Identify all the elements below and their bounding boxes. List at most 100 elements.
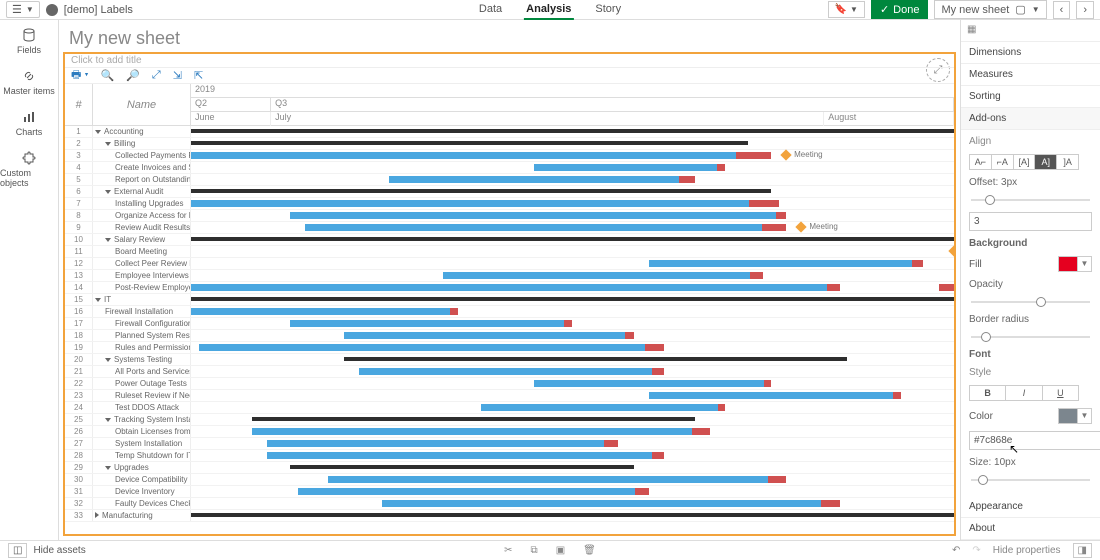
font-size-slider[interactable] (971, 479, 1090, 481)
gantt-row[interactable]: 11Board MeetingMeeting (65, 246, 954, 258)
section-appearance[interactable]: Appearance (961, 496, 1100, 518)
row-name[interactable]: Accounting (93, 126, 191, 137)
task-bar[interactable] (382, 500, 840, 507)
task-bar[interactable] (534, 164, 725, 171)
summary-bar[interactable] (191, 297, 954, 301)
gantt-row[interactable]: 24Test DDOS Attack (65, 402, 954, 414)
row-name[interactable]: Device Inventory (93, 486, 191, 497)
redo-button[interactable]: ↷ (972, 545, 980, 556)
row-name[interactable]: Collected Payments Review (93, 150, 191, 161)
row-name[interactable]: Upgrades (93, 462, 191, 473)
collapse-all-button[interactable]: ⇱ (194, 69, 203, 82)
done-button[interactable]: ✓ Done (871, 0, 929, 19)
gantt-row[interactable]: 14Post-Review Employee Interviews (65, 282, 954, 294)
row-name[interactable]: All Ports and Services Test (93, 366, 191, 377)
delete-button[interactable]: 🗑 (583, 545, 596, 556)
summary-bar[interactable] (252, 417, 695, 421)
row-name[interactable]: Ruleset Review if Needed (93, 390, 191, 401)
row-name[interactable]: Board Meeting (93, 246, 191, 257)
print-button[interactable]: 🖶 ▾ (71, 66, 89, 85)
row-name[interactable]: Billing (93, 138, 191, 149)
gantt-row[interactable]: 12Collect Peer Review Data (65, 258, 954, 270)
undo-button[interactable]: ↶ (952, 545, 960, 556)
row-name[interactable]: External Audit (93, 186, 191, 197)
cut-button[interactable]: ✂ (504, 545, 512, 556)
milestone-marker[interactable] (948, 245, 954, 256)
gantt-row[interactable]: 15IT (65, 294, 954, 306)
task-bar[interactable] (344, 332, 634, 339)
gantt-row[interactable]: 9Review Audit ResultsMeeting (65, 222, 954, 234)
gantt-row[interactable]: 28Temp Shutdown for IT Audit (65, 450, 954, 462)
underline-option[interactable]: U (1043, 386, 1078, 400)
summary-bar[interactable] (344, 357, 848, 361)
gantt-row[interactable]: 20Systems Testing (65, 354, 954, 366)
sidebar-item-master[interactable]: Master items (3, 69, 55, 96)
italic-option[interactable]: I (1006, 386, 1042, 400)
task-bar[interactable] (290, 320, 572, 327)
align-center-option[interactable]: [A] (1014, 155, 1036, 169)
summary-bar[interactable] (290, 465, 633, 469)
task-bar[interactable] (939, 284, 954, 291)
gantt-row[interactable]: 23Ruleset Review if Needed (65, 390, 954, 402)
bold-option[interactable]: B (970, 386, 1006, 400)
nav-story[interactable]: Story (593, 0, 623, 20)
row-name[interactable]: Employee Interviews (93, 270, 191, 281)
gantt-row[interactable]: 10Salary Review (65, 234, 954, 246)
copy-button[interactable]: ⧉ (531, 545, 538, 556)
paste-button[interactable]: ▣ (556, 545, 565, 556)
row-name[interactable]: Temp Shutdown for IT Audit (93, 450, 191, 461)
table-view-button[interactable]: ▦ (961, 20, 1100, 42)
row-name[interactable]: Planned System Restart (93, 330, 191, 341)
task-bar[interactable] (267, 440, 618, 447)
gantt-row[interactable]: 33Manufacturing (65, 510, 954, 522)
row-name[interactable]: IT (93, 294, 191, 305)
row-name[interactable]: Tracking System Installation (93, 414, 191, 425)
gantt-row[interactable]: 13Employee Interviews (65, 270, 954, 282)
gantt-row[interactable]: 6External Audit (65, 186, 954, 198)
font-color-picker[interactable]: ▼ (1058, 408, 1092, 424)
gantt-row[interactable]: 2Billing (65, 138, 954, 150)
task-bar[interactable] (298, 488, 649, 495)
nav-analysis[interactable]: Analysis (524, 0, 573, 20)
row-name[interactable]: Systems Testing (93, 354, 191, 365)
offset-slider[interactable] (971, 199, 1090, 201)
hide-assets-button[interactable]: Hide assets (33, 545, 85, 556)
sidebar-item-custom[interactable]: Custom objects (0, 151, 58, 188)
offset-input[interactable] (969, 212, 1092, 231)
nav-data[interactable]: Data (477, 0, 504, 20)
task-bar[interactable] (649, 392, 901, 399)
next-sheet-button[interactable]: › (1076, 1, 1094, 19)
align-right-option[interactable]: ]A (1057, 155, 1078, 169)
row-name[interactable]: Collect Peer Review Data (93, 258, 191, 269)
gantt-row[interactable]: 17Firewall Configuration (65, 318, 954, 330)
gantt-row[interactable]: 7Installing Upgrades (65, 198, 954, 210)
summary-bar[interactable] (191, 189, 771, 193)
row-name[interactable]: Rules and Permissions Audit (93, 342, 191, 353)
zoom-out-button[interactable]: 🔎 (126, 69, 140, 82)
row-name[interactable]: Obtain Licenses from the Vendor (93, 426, 191, 437)
milestone-marker[interactable] (796, 221, 807, 232)
milestone-marker[interactable] (780, 149, 791, 160)
task-bar[interactable] (481, 404, 725, 411)
chart-title-input[interactable]: Click to add title (65, 54, 954, 68)
app-menu-button[interactable]: ☰ ▼ (6, 1, 40, 18)
align-left-option[interactable]: A⌐ (970, 155, 992, 169)
gantt-row[interactable]: 22Power Outage Tests (65, 378, 954, 390)
toggle-assets-button[interactable]: ◫ (8, 543, 27, 558)
row-name[interactable]: Manufacturing (93, 510, 191, 521)
task-bar[interactable] (305, 224, 786, 231)
border-radius-slider[interactable] (971, 336, 1090, 338)
toggle-properties-button[interactable]: ◨ (1073, 543, 1092, 558)
gantt-row[interactable]: 4Create Invoices and Send Invoices (65, 162, 954, 174)
gantt-row[interactable]: 5Report on Outstanding Collections (65, 174, 954, 186)
section-about[interactable]: About (961, 518, 1100, 540)
expand-all-button[interactable]: ⇲ (173, 69, 182, 82)
prev-sheet-button[interactable]: ‹ (1053, 1, 1071, 19)
row-name[interactable]: Firewall Configuration (93, 318, 191, 329)
row-name[interactable]: Post-Review Employee Interviews (93, 282, 191, 293)
opacity-slider[interactable] (971, 301, 1090, 303)
row-name[interactable]: Test DDOS Attack (93, 402, 191, 413)
hide-properties-button[interactable]: Hide properties (993, 545, 1061, 556)
task-bar[interactable] (389, 176, 694, 183)
zoom-in-button[interactable]: 🔍 (101, 69, 115, 82)
